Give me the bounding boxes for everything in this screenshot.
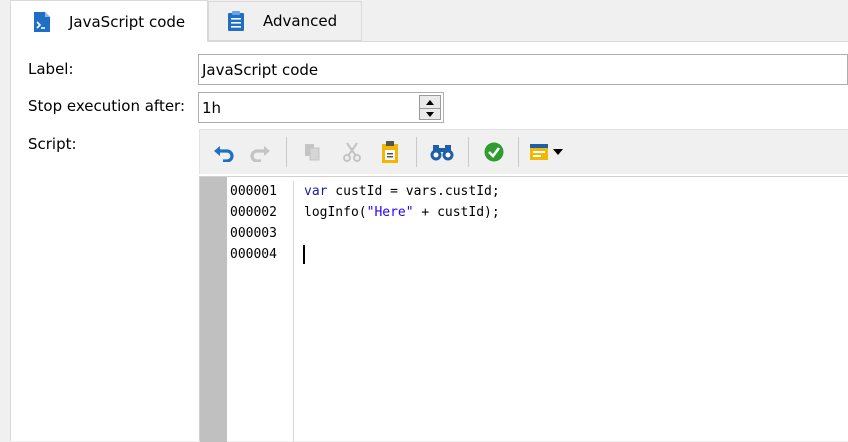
cut-icon	[343, 142, 361, 162]
stop-execution-value: 1h	[202, 98, 222, 117]
line-number: 000003	[230, 226, 277, 241]
dropdown-arrow-icon	[553, 149, 563, 155]
code-line: logInfo("Here" + custId);	[304, 202, 844, 223]
code-line: var custId = vars.custId;	[304, 181, 844, 202]
binoculars-icon	[430, 145, 454, 161]
js-file-icon	[31, 11, 53, 33]
code-text: + custId);	[413, 205, 500, 220]
find-button[interactable]	[428, 138, 456, 166]
code-area[interactable]: var custId = vars.custId; logInfo("Here"…	[304, 181, 844, 265]
arrow-down-icon	[426, 111, 434, 117]
toolbar-separator	[286, 137, 287, 167]
cut-button[interactable]	[338, 138, 366, 166]
check-circle-icon	[484, 142, 504, 162]
arrow-up-icon	[426, 99, 434, 105]
spin-down-button[interactable]	[420, 108, 440, 120]
copy-icon	[305, 144, 320, 161]
undo-icon	[214, 146, 234, 162]
duration-spinner[interactable]	[419, 95, 441, 120]
stop-execution-label: Stop execution after:	[28, 97, 186, 115]
toolbar-separator	[468, 137, 469, 167]
insert-menu-button[interactable]	[528, 138, 568, 166]
label-input[interactable]: JavaScript code	[198, 54, 848, 85]
tab-label: Advanced	[263, 12, 338, 30]
clipboard-list-icon	[225, 10, 247, 32]
paste-icon	[382, 141, 398, 163]
copy-button[interactable]	[298, 138, 326, 166]
tab-advanced[interactable]: Advanced	[208, 1, 362, 41]
code-string: "Here"	[366, 205, 414, 220]
editor-gutter	[200, 177, 227, 442]
text-caret	[303, 245, 305, 264]
code-keyword: var	[304, 184, 328, 199]
line-number: 000002	[230, 205, 277, 220]
toolbar-separator	[416, 137, 417, 167]
line-number: 000004	[230, 247, 277, 262]
line-numbers: 000001 000002 000003 000004	[230, 181, 294, 442]
script-label: Script:	[28, 135, 77, 153]
validate-button[interactable]	[480, 138, 508, 166]
code-text: custId = vars.custId;	[327, 184, 500, 199]
tab-javascript-code[interactable]: JavaScript code	[10, 0, 208, 42]
script-toolbar	[199, 129, 848, 174]
code-text: logInfo(	[304, 205, 367, 220]
tab-label: JavaScript code	[69, 12, 186, 31]
redo-icon	[250, 146, 270, 162]
undo-button[interactable]	[210, 138, 238, 166]
label-field-label: Label:	[28, 60, 74, 78]
line-number: 000001	[230, 184, 277, 199]
toolbar-separator	[518, 137, 519, 167]
paste-button[interactable]	[376, 138, 404, 166]
script-editor[interactable]: 000001 000002 000003 000004 var custId =…	[199, 176, 848, 442]
stop-execution-input[interactable]: 1h	[198, 92, 444, 123]
redo-button[interactable]	[246, 138, 274, 166]
insert-field-icon	[530, 144, 548, 160]
